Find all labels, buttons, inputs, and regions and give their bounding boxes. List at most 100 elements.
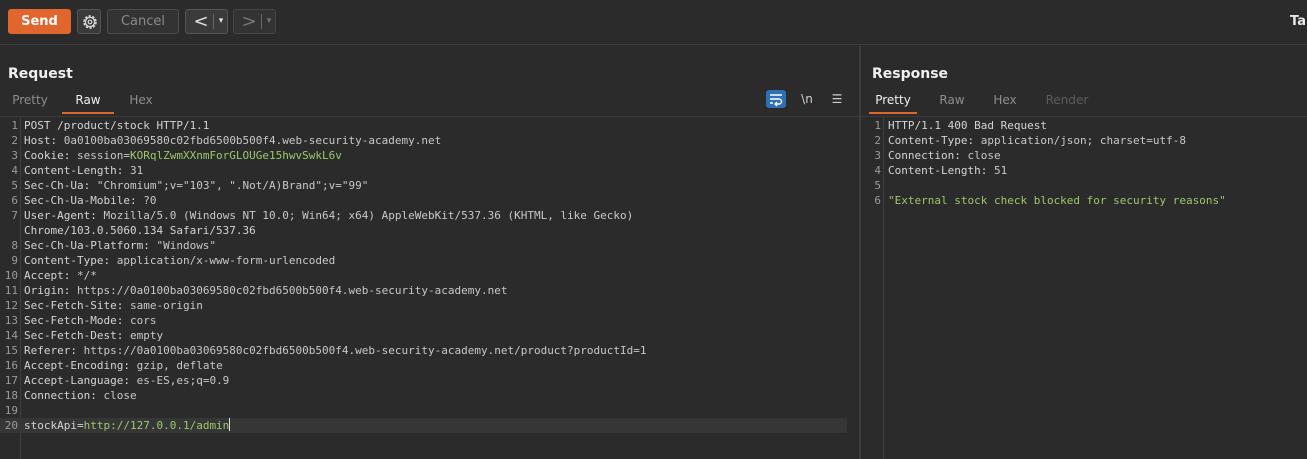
code-line: 4 Content-Length: 51: [861, 163, 1307, 178]
settings-button[interactable]: [77, 9, 101, 34]
header-value: empty: [129, 329, 164, 342]
wrap-text-icon[interactable]: [766, 90, 786, 108]
code-line: 6 Sec-Ch-Ua-Mobile: ?0: [0, 193, 859, 208]
header-name: Content-Length:: [888, 164, 994, 177]
code-text: Chrome/103.0.5060.134 Safari/537.36: [24, 223, 256, 238]
code-text: Content-Type: application/json; charset=…: [888, 133, 1186, 148]
code-line: 5: [861, 178, 1307, 193]
line-number: 19: [4, 404, 18, 417]
line-number: 3: [11, 149, 18, 162]
header-value: same-origin: [129, 299, 203, 312]
code-line: 13 Sec-Fetch-Mode: cors: [0, 313, 859, 328]
code-text: Content-Type: application/x-www-form-url…: [24, 253, 335, 268]
request-title: Request: [8, 66, 73, 82]
highlighted-value: KORqlZwmXXnmForGLOUGe15hwvSwkL6v: [129, 149, 342, 162]
header-name: Content-Type:: [24, 254, 117, 267]
header-name: User-Agent:: [24, 209, 104, 222]
header-name: stockApi=: [24, 419, 84, 432]
menu-icon[interactable]: ☰: [827, 90, 847, 108]
back-arrow-icon[interactable]: <: [190, 11, 212, 32]
request-tools: \n ☰: [766, 90, 851, 110]
header-name: Accept:: [24, 269, 77, 282]
header-value: POST /product/stock HTTP/1.1: [24, 119, 210, 132]
code-text: Sec-Fetch-Mode: cors: [24, 313, 156, 328]
header-name: Connection:: [24, 389, 104, 402]
header-value: 51: [993, 164, 1008, 177]
code-line: 8 Sec-Ch-Ua-Platform: "Windows": [0, 238, 859, 253]
line-number: 6: [11, 194, 18, 207]
code-line: 3 Cookie: session=KORqlZwmXXnmForGLOUGe15…: [0, 148, 859, 163]
header-value: Chrome/103.0.5060.134 Safari/537.36: [24, 224, 256, 237]
header-name: Sec-Fetch-Mode:: [24, 314, 130, 327]
header-value: ?0: [143, 194, 157, 207]
code-text: Host: 0a0100ba03069580c02fbd6500b500f4.w…: [24, 133, 441, 148]
header-value: gzip, deflate: [136, 359, 223, 372]
history-forward-group: > ▾: [233, 9, 276, 34]
history-back-group: < ▾: [185, 9, 228, 34]
line-number: 18: [4, 389, 18, 402]
code-text: Sec-Ch-Ua-Platform: "Windows": [24, 238, 216, 253]
back-dropdown-icon[interactable]: ▾: [215, 12, 227, 31]
tab-hex[interactable]: Hex: [987, 90, 1023, 114]
header-value: es-ES,es;q=0.9: [136, 374, 230, 387]
text-caret: [229, 418, 231, 431]
header-name: Content-Length:: [24, 164, 130, 177]
forward-dropdown-icon[interactable]: ▾: [263, 12, 275, 31]
code-text: Connection: close: [888, 148, 1001, 163]
header-value: 31: [129, 164, 144, 177]
code-text: Accept-Encoding: gzip, deflate: [24, 358, 223, 373]
line-number: 14: [4, 329, 18, 342]
request-tabs: Pretty Raw Hex: [0, 90, 859, 114]
header-value: https://0a0100ba03069580c02fbd6500b500f4…: [83, 344, 647, 357]
code-line: 2 Content-Type: application/json; charset…: [861, 133, 1307, 148]
header-name: Origin:: [24, 284, 77, 297]
line-number: 11: [4, 284, 18, 297]
code-line: 10 Accept: */*: [0, 268, 859, 283]
header-value: "Windows": [156, 239, 217, 252]
header-name: Connection:: [888, 149, 968, 162]
code-line: 11 Origin: https://0a0100ba03069580c02fbd…: [0, 283, 859, 298]
line-number: 16: [4, 359, 18, 372]
newline-toggle-icon[interactable]: \n: [797, 90, 817, 108]
header-value: */*: [76, 269, 97, 282]
target-label[interactable]: Ta: [1290, 14, 1306, 29]
line-number: 5: [874, 179, 881, 192]
header-value: session=: [76, 149, 130, 162]
code-text: Cookie: session=KORqlZwmXXnmForGLOUGe15h…: [24, 148, 342, 163]
header-value: close: [967, 149, 1001, 162]
code-line: 15 Referer: https://0a0100ba03069580c02fb…: [0, 343, 859, 358]
highlighted-value: "External stock check blocked for securi…: [888, 194, 1226, 207]
code-text: User-Agent: Mozilla/5.0 (Windows NT 10.0…: [24, 208, 633, 223]
line-number: 4: [11, 164, 18, 177]
code-line: 17 Accept-Language: es-ES,es;q=0.9: [0, 373, 859, 388]
cancel-button[interactable]: Cancel: [107, 9, 179, 34]
tab-render[interactable]: Render: [1039, 90, 1095, 114]
header-name: Sec-Ch-Ua-Platform:: [24, 239, 157, 252]
code-line: 1 HTTP/1.1 400 Bad Request: [861, 118, 1307, 133]
line-number: 6: [874, 194, 881, 207]
header-name: Sec-Fetch-Dest:: [24, 329, 130, 342]
header-name: Referer:: [24, 344, 84, 357]
tab-raw[interactable]: Raw: [62, 90, 114, 114]
line-number: 20: [4, 419, 18, 432]
forward-arrow-icon[interactable]: >: [238, 11, 260, 32]
gear-icon: [83, 15, 97, 29]
code-text: Sec-Fetch-Dest: empty: [24, 328, 163, 343]
header-name: Host:: [24, 134, 64, 147]
code-text: Accept-Language: es-ES,es;q=0.9: [24, 373, 229, 388]
tab-hex[interactable]: Hex: [122, 90, 160, 114]
toolbar: Send Cancel < ▾ > ▾ Ta: [0, 0, 1307, 45]
line-number: 1: [11, 119, 18, 132]
code-line: 2 Host: 0a0100ba03069580c02fbd6500b500f4.…: [0, 133, 859, 148]
tab-pretty[interactable]: Pretty: [869, 90, 917, 114]
line-number: 2: [874, 134, 881, 147]
send-button[interactable]: Send: [8, 9, 71, 34]
response-editor[interactable]: 1 HTTP/1.1 400 Bad Request 2 Content-Type: …: [861, 116, 1307, 459]
header-name: Accept-Encoding:: [24, 359, 137, 372]
code-line: 14 Sec-Fetch-Dest: empty: [0, 328, 859, 343]
tab-pretty[interactable]: Pretty: [8, 90, 52, 114]
request-editor[interactable]: 1 POST /product/stock HTTP/1.1 2 Host: 0a01…: [0, 116, 859, 459]
code-text: Origin: https://0a0100ba03069580c02fbd65…: [24, 283, 507, 298]
tab-raw[interactable]: Raw: [933, 90, 971, 114]
header-name: Content-Type:: [888, 134, 981, 147]
